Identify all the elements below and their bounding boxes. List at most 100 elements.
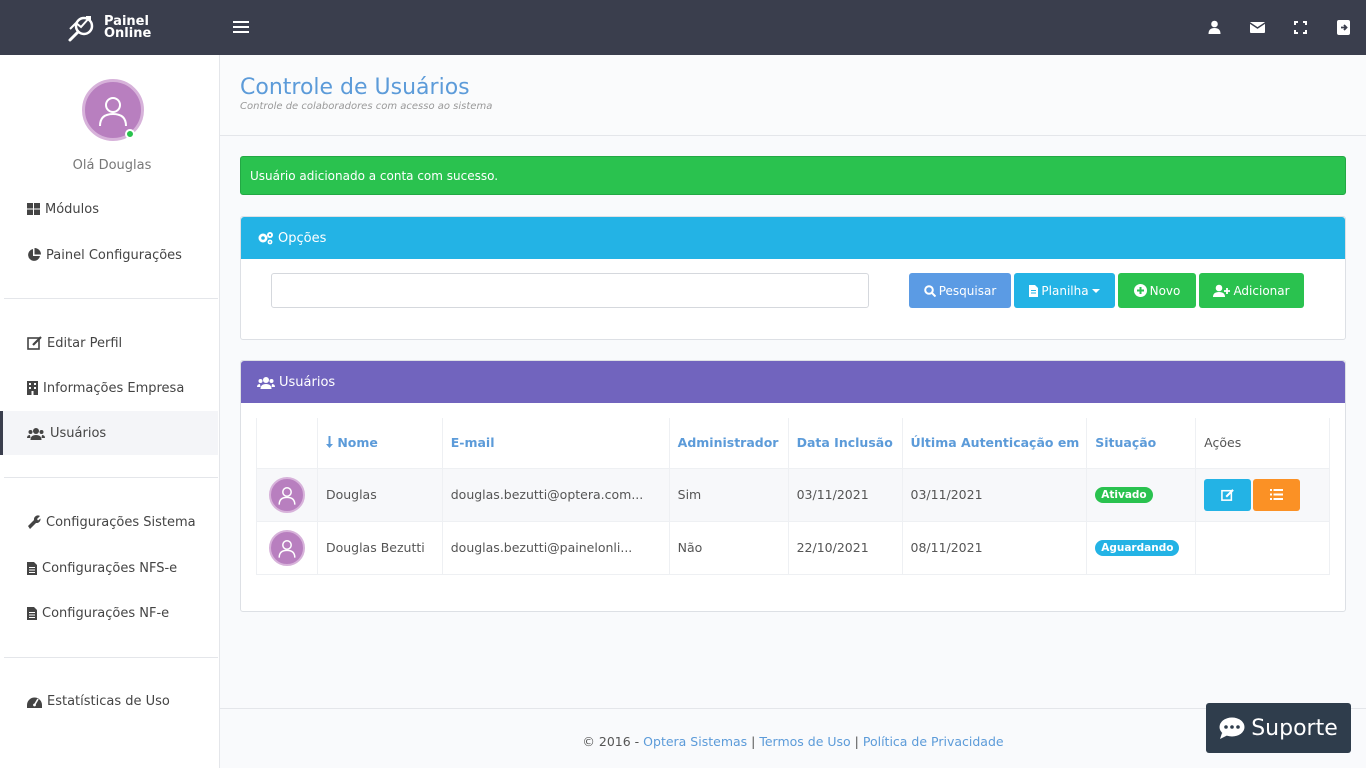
menu-toggle-button[interactable]: [233, 18, 249, 36]
logout-icon[interactable]: [1334, 18, 1352, 36]
cell-nome: Douglas: [316, 467, 443, 522]
file-text-icon: [1029, 284, 1039, 297]
sidebar-item-label: Módulos: [45, 201, 99, 217]
search-icon: [923, 284, 936, 297]
column-header-situacao[interactable]: Situação: [1086, 418, 1197, 469]
cell-administrador: Sim: [668, 467, 789, 522]
company-link[interactable]: Optera Sistemas: [643, 734, 747, 749]
sidebar-item-label: Usuários: [50, 425, 107, 441]
user-silhouette-icon: [99, 97, 127, 127]
sidebar-item-configuracoes-nfe[interactable]: Configurações NF-e: [0, 591, 218, 635]
status-badge: Ativado: [1095, 487, 1153, 503]
cell-nome: Douglas Bezutti: [316, 520, 443, 575]
edit-icon: [1221, 488, 1234, 501]
sidebar-item-label: Painel Configurações: [46, 247, 182, 263]
users-table: Nome E-mail Administrador Data Inclusão …: [256, 418, 1330, 575]
pesquisar-label: Pesquisar: [938, 283, 997, 298]
user-silhouette-icon: [278, 539, 296, 558]
cogs-icon: [258, 232, 273, 245]
footer-separator: |: [850, 734, 863, 749]
column-header-email[interactable]: E-mail: [441, 418, 670, 469]
user-plus-icon: [1213, 284, 1231, 297]
edit-user-button[interactable]: [1204, 478, 1252, 511]
brand-logo[interactable]: Painel Online: [66, 12, 151, 44]
sidebar-item-usuarios[interactable]: Usuários: [0, 411, 218, 455]
terms-link[interactable]: Termos de Uso: [759, 734, 850, 749]
sidebar-item-configuracoes-nfse[interactable]: Configurações NFS-e: [0, 546, 218, 590]
table-header-row: Nome E-mail Administrador Data Inclusão …: [256, 418, 1330, 469]
page-title: Controle de Usuários: [240, 75, 470, 100]
support-label: Suporte: [1251, 715, 1338, 741]
cell-acoes: [1195, 467, 1330, 522]
top-actions: [1205, 18, 1352, 36]
sidebar-item-label: Estatísticas de Uso: [47, 693, 170, 709]
sidebar-item-label: Configurações NFS-e: [42, 560, 178, 576]
hamburger-bar: [233, 31, 249, 33]
sidebar-divider: [4, 298, 218, 299]
users-icon: [257, 376, 275, 389]
pesquisar-button[interactable]: Pesquisar: [909, 273, 1011, 308]
sidebar-item-estatisticas-uso[interactable]: Estatísticas de Uso: [0, 679, 218, 723]
page-header: Controle de Usuários Controle de colabor…: [220, 55, 1366, 136]
fullscreen-icon[interactable]: [1291, 18, 1309, 36]
footer-separator: |: [747, 734, 760, 749]
novo-button[interactable]: Novo: [1118, 273, 1196, 308]
file-icon: [27, 561, 37, 575]
cell-ultima-autenticacao: 03/11/2021: [901, 467, 1088, 522]
cell-avatar: [256, 467, 318, 522]
column-header-avatar: [256, 418, 318, 469]
user-icon[interactable]: [1205, 18, 1223, 36]
support-button[interactable]: Suporte: [1206, 703, 1351, 753]
sidebar-item-label: Configurações NF-e: [42, 605, 170, 621]
footer: © 2016 - Optera Sistemas | Termos de Uso…: [220, 708, 1366, 768]
adicionar-button[interactable]: Adicionar: [1199, 273, 1304, 308]
sidebar-item-configuracoes-sistema[interactable]: Configurações Sistema: [0, 500, 218, 544]
sidebar: Olá Douglas Módulos Painel Configurações…: [0, 55, 220, 768]
options-panel-title: Opções: [278, 230, 327, 246]
hamburger-icon: [233, 21, 249, 23]
sidebar-item-label: Informações Empresa: [43, 380, 185, 396]
online-status-dot: [125, 129, 135, 139]
cell-administrador: Não: [668, 520, 789, 575]
brand-line2: Online: [104, 26, 152, 41]
cell-avatar: [256, 520, 318, 575]
chat-icon: [1219, 717, 1245, 739]
sidebar-item-editar-perfil[interactable]: Editar Perfil: [0, 321, 218, 365]
sidebar-item-informacoes-empresa[interactable]: Informações Empresa: [0, 366, 218, 410]
users-panel: Usuários Nome E-mail Administrador Data …: [240, 360, 1346, 612]
user-greeting: Olá Douglas: [72, 158, 152, 173]
table-row: Douglas douglas.bezutti@optera.com... Si…: [256, 467, 1330, 522]
wrench-icon: [28, 515, 41, 529]
details-list-button[interactable]: [1253, 478, 1301, 511]
grid-icon: [27, 203, 40, 215]
success-alert: Usuário adicionado a conta com sucesso.: [240, 156, 1346, 195]
adicionar-label: Adicionar: [1233, 283, 1290, 298]
column-header-data-inclusao[interactable]: Data Inclusão: [787, 418, 903, 469]
cell-acoes: [1195, 520, 1330, 575]
column-header-ultima-autenticacao[interactable]: Última Autenticação em: [901, 418, 1088, 469]
sidebar-item-label: Editar Perfil: [47, 335, 123, 351]
user-avatar: [269, 476, 305, 513]
users-icon: [27, 427, 45, 440]
search-input[interactable]: [271, 273, 869, 308]
sidebar-item-label: Configurações Sistema: [46, 514, 196, 530]
cell-data-inclusao: 03/11/2021: [787, 467, 903, 522]
novo-label: Novo: [1149, 283, 1181, 298]
column-header-label: Nome: [337, 435, 378, 451]
pie-chart-icon: [28, 248, 41, 261]
sidebar-item-painel-configuracoes[interactable]: Painel Configurações: [0, 233, 218, 277]
cell-email: douglas.bezutti@painelonli...: [441, 520, 670, 575]
list-icon: [1270, 489, 1284, 500]
status-badge: Aguardando: [1095, 540, 1180, 556]
caret-down-icon: [1091, 288, 1100, 293]
brand-name: Painel Online: [104, 15, 152, 41]
sidebar-item-modulos[interactable]: Módulos: [0, 187, 218, 231]
column-header-nome[interactable]: Nome: [316, 418, 443, 469]
planilha-dropdown-button[interactable]: Planilha: [1014, 273, 1115, 308]
column-header-administrador[interactable]: Administrador: [668, 418, 789, 469]
envelope-icon[interactable]: [1248, 18, 1266, 36]
user-avatar: [269, 529, 305, 566]
logo-icon: [68, 16, 94, 42]
privacy-link[interactable]: Política de Privacidade: [863, 734, 1004, 749]
users-panel-header: Usuários: [241, 361, 1345, 403]
